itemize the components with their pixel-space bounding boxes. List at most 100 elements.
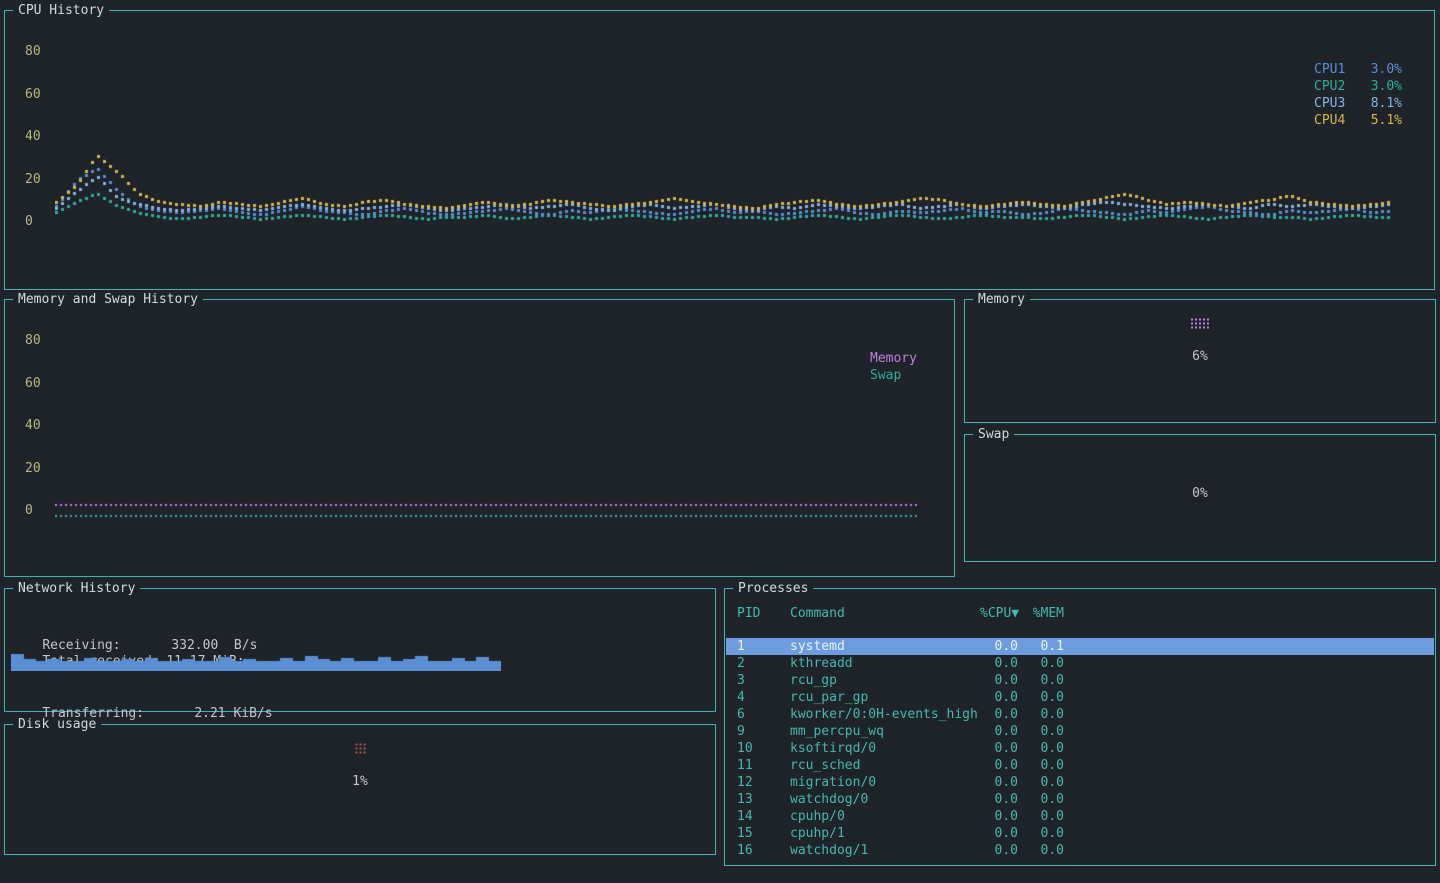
process-row[interactable]: 11rcu_sched0.00.0 (726, 757, 1434, 774)
cpu-legend-item: CPU45.1% (1314, 112, 1402, 129)
column-header-command[interactable]: Command (790, 605, 980, 622)
column-header-cpu[interactable]: %CPU▼ (980, 605, 1018, 622)
processes-title: Processes (733, 581, 813, 596)
network-received-chart (11, 653, 501, 671)
cpu-history-chart (55, 31, 1395, 236)
process-cell: 0.0 (980, 638, 1018, 655)
cpu-legend: CPU13.0%CPU23.0%CPU38.1%CPU45.1% (1314, 61, 1402, 129)
process-cell: 0.0 (1018, 774, 1064, 791)
legend-name: CPU2 (1314, 78, 1345, 95)
process-cell: 4 (726, 689, 790, 706)
process-cell: 0.1 (1018, 638, 1064, 655)
process-table-header: PID Command %CPU▼ %MEM (726, 605, 1434, 622)
process-cell: watchdog/1 (790, 842, 980, 859)
y-axis-tick: 40 (25, 418, 41, 434)
process-cell: rcu_sched (790, 757, 980, 774)
process-cell: kworker/0:0H-events_high (790, 706, 980, 723)
process-row[interactable]: 14cpuhp/00.00.0 (726, 808, 1434, 825)
disk-usage-title: Disk usage (13, 717, 101, 732)
process-cell: 0.0 (980, 723, 1018, 740)
process-cell: 10 (726, 740, 790, 757)
memory-swap-history-title: Memory and Swap History (13, 292, 203, 307)
process-cell: 0.0 (1018, 689, 1064, 706)
process-cell: ksoftirqd/0 (790, 740, 980, 757)
cpu-history-panel: CPU History 806040200 CPU13.0%CPU23.0%CP… (4, 10, 1435, 290)
process-row[interactable]: 4rcu_par_gp0.00.0 (726, 689, 1434, 706)
process-cell: migration/0 (790, 774, 980, 791)
memory-swap-legend-item: Memory (870, 350, 917, 367)
process-cell: 0.0 (980, 842, 1018, 859)
process-cell: 0.0 (1018, 706, 1064, 723)
memory-swap-legend: MemorySwap (870, 350, 917, 384)
process-cell: cpuhp/1 (790, 825, 980, 842)
process-cell: 6 (726, 706, 790, 723)
process-cell: 9 (726, 723, 790, 740)
cpu-legend-item: CPU1 3.0% (1314, 61, 1402, 78)
process-row[interactable]: 10ksoftirqd/00.00.0 (726, 740, 1434, 757)
memory-percent: 6% (1192, 349, 1208, 364)
process-cell: 0.0 (1018, 672, 1064, 689)
process-cell: 0.0 (980, 706, 1018, 723)
process-cell: 0.0 (980, 791, 1018, 808)
screen: { "colors": { "bg": "#1f232a", "border":… (0, 0, 1440, 883)
process-cell: 0.0 (1018, 740, 1064, 757)
y-axis-tick: 20 (25, 461, 41, 477)
process-row[interactable]: 9mm_percpu_wq0.00.0 (726, 723, 1434, 740)
process-cell: 0.0 (1018, 808, 1064, 825)
process-cell: 1 (726, 638, 790, 655)
process-cell: mm_percpu_wq (790, 723, 980, 740)
disk-pie-icon (354, 743, 367, 754)
process-cell: cpuhp/0 (790, 808, 980, 825)
legend-value: 8.1% (1371, 95, 1402, 112)
legend-value: 5.1% (1371, 112, 1402, 129)
process-row[interactable]: 2kthreadd0.00.0 (726, 655, 1434, 672)
process-row[interactable]: 15cpuhp/10.00.0 (726, 825, 1434, 842)
cpu-history-title: CPU History (13, 3, 109, 18)
process-cell: 0.0 (980, 774, 1018, 791)
y-axis-tick: 40 (25, 129, 41, 145)
memory-panel: Memory 6% (964, 299, 1436, 423)
process-cell: 0.0 (980, 757, 1018, 774)
swap-panel: Swap 0% (964, 434, 1436, 562)
network-history-panel: Network History Receiving:332.00 B/s Tot… (4, 588, 716, 712)
y-axis-tick: 0 (25, 503, 33, 519)
process-row[interactable]: 13watchdog/00.00.0 (726, 791, 1434, 808)
process-cell: 0.0 (1018, 842, 1064, 859)
process-cell: 16 (726, 842, 790, 859)
process-row[interactable]: 12migration/00.00.0 (726, 774, 1434, 791)
processes-panel: Processes PID Command %CPU▼ %MEM 1system… (724, 588, 1436, 866)
process-cell: 14 (726, 808, 790, 825)
process-cell: 3 (726, 672, 790, 689)
swap-percent: 0% (1192, 486, 1208, 501)
process-cell: 13 (726, 791, 790, 808)
legend-name: CPU1 (1314, 61, 1345, 78)
cpu-legend-item: CPU38.1% (1314, 95, 1402, 112)
column-header-mem[interactable]: %MEM (1018, 605, 1064, 622)
legend-value: 3.0% (1371, 78, 1402, 95)
y-axis-tick: 0 (25, 214, 33, 230)
process-row[interactable]: 3rcu_gp0.00.0 (726, 672, 1434, 689)
process-cell: 0.0 (980, 689, 1018, 706)
process-cell: rcu_gp (790, 672, 980, 689)
process-cell: 0.0 (1018, 791, 1064, 808)
process-cell: 11 (726, 757, 790, 774)
memory-swap-legend-item: Swap (870, 367, 917, 384)
process-row[interactable]: 1systemd0.00.1 (726, 638, 1434, 655)
disk-usage-panel: Disk usage 1% (4, 724, 716, 855)
swap-title: Swap (973, 427, 1014, 442)
process-cell: 0.0 (980, 672, 1018, 689)
network-history-title: Network History (13, 581, 140, 596)
process-cell: 0.0 (1018, 757, 1064, 774)
process-cell: kthreadd (790, 655, 980, 672)
legend-value: 3.0% (1371, 61, 1402, 78)
y-axis-tick: 80 (25, 333, 41, 349)
memory-swap-history-panel: Memory and Swap History 806040200 Memory… (4, 299, 955, 577)
process-row[interactable]: 16watchdog/10.00.0 (726, 842, 1434, 859)
y-axis-tick: 80 (25, 44, 41, 60)
process-cell: 0.0 (1018, 723, 1064, 740)
process-table: PID Command %CPU▼ %MEM 1systemd0.00.12kt… (726, 605, 1434, 859)
memory-swap-history-chart (55, 320, 917, 530)
process-row[interactable]: 6kworker/0:0H-events_high0.00.0 (726, 706, 1434, 723)
y-axis-tick: 60 (25, 87, 41, 103)
column-header-pid[interactable]: PID (726, 605, 790, 622)
